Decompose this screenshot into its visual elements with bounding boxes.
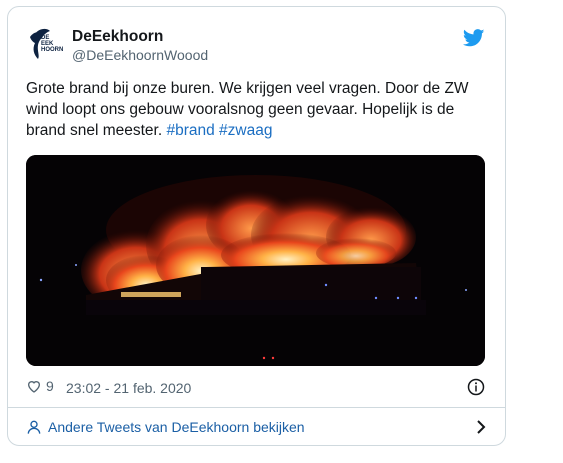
avatar-text-line: HOORN (41, 47, 64, 53)
hashtag-link[interactable]: #zwaag (219, 122, 272, 139)
author-names: DeEekhoorn @DeEekhoornWoood (72, 27, 208, 64)
more-tweets-link[interactable]: Andere Tweets van DeEekhoorn bekijken (48, 419, 305, 435)
fire-photo (26, 155, 485, 366)
embedded-tweet-card: DE EEK HOORN DeEekhoorn @DeEekhoornWoood… (7, 6, 506, 446)
like-count: 9 (46, 378, 54, 394)
tweet-photo[interactable] (26, 155, 485, 366)
user-handle[interactable]: @DeEekhoornWoood (72, 46, 208, 64)
tweet-meta: 9 23:02 - 21 feb. 2020 (26, 377, 487, 399)
tweet-text: Grote brand bij onze buren. We krijgen v… (26, 78, 494, 141)
display-name[interactable]: DeEekhoorn (72, 27, 208, 46)
twitter-bird-icon[interactable] (463, 29, 485, 47)
like-button[interactable]: 9 (26, 378, 54, 394)
user-icon (27, 420, 41, 434)
tweet-timestamp[interactable]: 23:02 - 21 feb. 2020 (66, 380, 191, 396)
hashtag-link[interactable]: #brand (166, 122, 214, 139)
avatar-logo-text: DE EEK HOORN (41, 35, 65, 53)
heart-icon (27, 381, 41, 393)
avatar[interactable]: DE EEK HOORN (26, 25, 64, 63)
more-tweets-footer[interactable]: Andere Tweets van DeEekhoorn bekijken (8, 408, 505, 445)
tweet-header: DE EEK HOORN DeEekhoorn @DeEekhoornWoood (26, 25, 487, 69)
info-icon[interactable] (467, 378, 485, 396)
chevron-right-icon[interactable] (475, 420, 487, 434)
